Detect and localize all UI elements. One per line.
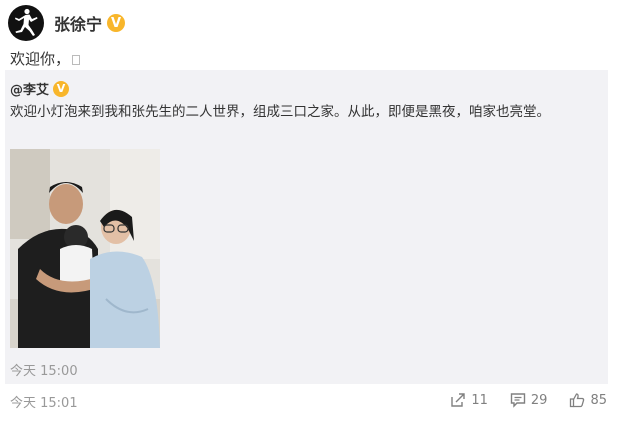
post-header: 张徐宁 V <box>8 5 126 41</box>
repost-author: @李艾 V <box>10 79 70 98</box>
share-count: 11 <box>471 392 488 408</box>
comment-count: 29 <box>530 392 548 408</box>
username[interactable]: 张徐宁 <box>54 11 102 35</box>
family-photo-image <box>10 149 160 348</box>
thumbs-up-icon <box>570 393 585 408</box>
repost-text: 欢迎小灯泡来到我和张先生的二人世界，组成三口之家。从此，即便是黑夜，咱家也亮堂。 <box>10 104 550 120</box>
verified-v-icon: V <box>107 14 126 32</box>
repost-card: @李艾 V 欢迎小灯泡来到我和张先生的二人世界，组成三口之家。从此，即便是黑夜，… <box>5 70 608 384</box>
post-text-content: 欢迎你， <box>10 50 71 68</box>
share-icon <box>451 393 466 407</box>
post-text: 欢迎你， <box>10 48 81 69</box>
comment-icon <box>510 393 526 408</box>
repost-photo[interactable] <box>10 149 160 348</box>
jumpman-logo-icon <box>15 8 38 36</box>
repost-timestamp[interactable]: 今天 15:00 <box>10 360 78 379</box>
share-button[interactable]: 11 <box>450 392 488 408</box>
like-button[interactable]: 85 <box>569 392 607 408</box>
comment-button[interactable]: 29 <box>510 392 548 408</box>
like-count: 85 <box>590 392 607 408</box>
repost-author-name[interactable]: @李艾 <box>10 79 49 98</box>
missing-glyph-icon <box>72 54 81 65</box>
post-timestamp[interactable]: 今天 15:01 <box>10 392 78 411</box>
action-bar: 11 29 85 <box>428 392 607 408</box>
avatar[interactable] <box>8 5 44 41</box>
verified-v-icon: V <box>53 80 70 97</box>
